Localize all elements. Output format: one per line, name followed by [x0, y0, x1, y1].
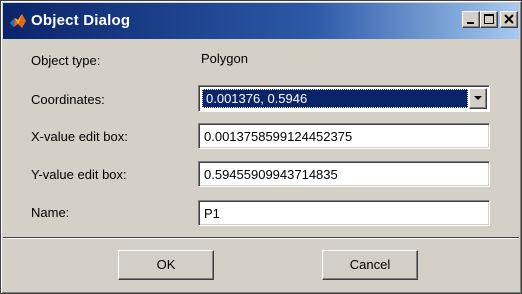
dropdown-arrow-button[interactable] [469, 88, 487, 109]
minimize-icon [467, 22, 474, 24]
coordinates-selected-value[interactable]: 0.001376, 0.5946 [202, 89, 468, 108]
separator [3, 237, 519, 239]
window-title: Object Dialog [31, 12, 131, 29]
y-value-input[interactable]: 0.59455909943714835 [198, 161, 490, 187]
name-label: Name: [31, 205, 70, 220]
matlab-logo-icon [9, 12, 27, 30]
maximize-button[interactable] [480, 11, 498, 28]
minimize-button[interactable] [462, 11, 480, 28]
coordinates-dropdown[interactable]: 0.001376, 0.5946 [198, 85, 490, 112]
ok-button[interactable]: OK [118, 250, 214, 280]
object-dialog-window: Object Dialog Object type: Polygon Coord… [0, 0, 522, 294]
chevron-down-icon [474, 96, 482, 100]
coordinates-label: Coordinates: [31, 92, 105, 107]
close-button[interactable] [500, 11, 518, 28]
object-type-label: Object type: [31, 53, 101, 68]
name-input[interactable]: P1 [198, 200, 490, 226]
close-icon [504, 14, 514, 24]
cancel-button[interactable]: Cancel [322, 250, 418, 280]
maximize-icon [484, 14, 494, 24]
x-value-input[interactable]: 0.0013758599124452375 [198, 123, 490, 149]
y-value-label: Y-value edit box: [31, 167, 127, 182]
title-bar[interactable]: Object Dialog [3, 3, 519, 39]
object-type-value: Polygon [201, 51, 248, 66]
x-value-label: X-value edit box: [31, 129, 128, 144]
